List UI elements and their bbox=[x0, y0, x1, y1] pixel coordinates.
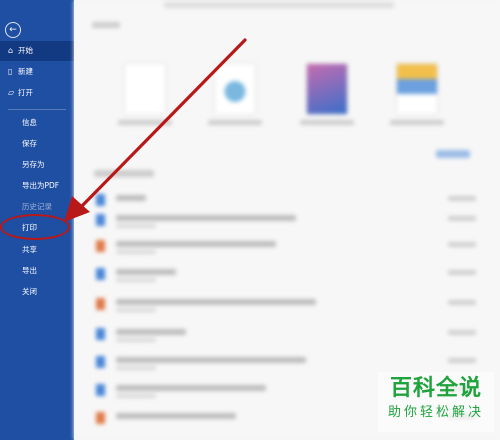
watermark-slogan: 助你轻松解决 bbox=[387, 405, 484, 420]
watermark-title: 百科全说 bbox=[389, 376, 482, 401]
watermark-logo: 百科全说 助你轻松解决 bbox=[378, 372, 494, 432]
